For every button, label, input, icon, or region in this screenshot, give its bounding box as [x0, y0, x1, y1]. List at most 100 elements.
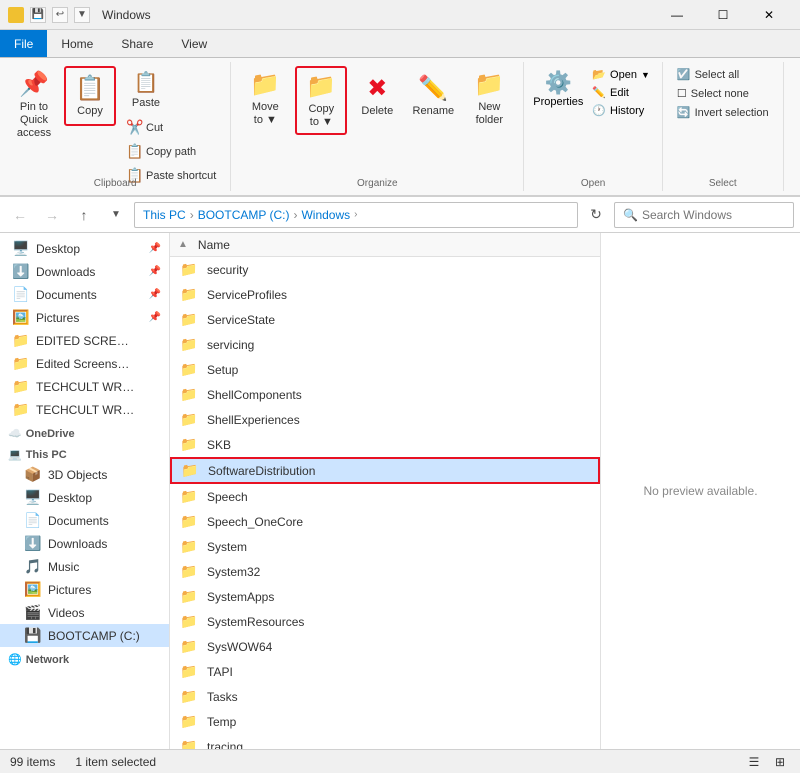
main-content: 🖥️ Desktop 📌 ⬇️ Downloads 📌 📄 Documents … — [0, 233, 800, 749]
sidebar-item-techcult-1[interactable]: 📁 TECHCULT WRITING ... — [0, 375, 169, 398]
close-button[interactable]: ✕ — [746, 0, 792, 30]
select-all-icon: ☑️ — [677, 68, 691, 81]
recent-locations-button[interactable]: ▼ — [102, 201, 130, 229]
large-icons-view-button[interactable]: ⊞ — [770, 752, 790, 772]
breadcrumb-bootcamp[interactable]: BOOTCAMP (C:) — [198, 208, 290, 222]
search-input[interactable] — [642, 208, 785, 222]
file-item-speech[interactable]: 📁 Speech — [170, 484, 600, 509]
file-name: System — [207, 540, 247, 554]
sidebar-item-techcult-2[interactable]: 📁 TECHCULT WRITING ... — [0, 398, 169, 421]
quick-save-icon[interactable]: 💾 — [30, 7, 46, 23]
ribbon-group-open: ⚙️ Properties 📂 Open ▼ ✏️ Edit 🕐 History — [524, 62, 663, 191]
file-item-servicestate[interactable]: 📁 ServiceState — [170, 307, 600, 332]
sidebar-item-edited-screenshots[interactable]: 📁 EDITED SCREENSHO... — [0, 329, 169, 352]
dropdown-icon[interactable]: ▼ — [74, 7, 90, 23]
sidebar-item-documents-pc[interactable]: 📄 Documents — [0, 509, 169, 532]
address-right: ↻ 🔍 — [582, 201, 794, 229]
folder-icon: 📁 — [179, 311, 199, 328]
history-button[interactable]: 🕐 History — [588, 102, 654, 119]
sidebar-item-bootcamp[interactable]: 💾 BOOTCAMP (C:) — [0, 624, 169, 647]
file-item-tracing[interactable]: 📁 tracing — [170, 734, 600, 749]
status-bar: 99 items 1 item selected ☰ ⊞ — [0, 749, 800, 773]
file-item-tapi[interactable]: 📁 TAPI — [170, 659, 600, 684]
folder-icon: 📁 — [179, 613, 199, 630]
file-list[interactable]: 📁 security 📁 ServiceProfiles 📁 ServiceSt… — [170, 257, 600, 749]
sidebar-section-network[interactable]: 🌐 Network — [0, 647, 169, 668]
open-button[interactable]: 📂 Open ▼ — [588, 66, 654, 83]
cut-button[interactable]: ✂️ Cut — [120, 116, 222, 139]
file-name: SystemApps — [207, 590, 274, 604]
sidebar: 🖥️ Desktop 📌 ⬇️ Downloads 📌 📄 Documents … — [0, 233, 170, 749]
sidebar-item-videos[interactable]: 🎬 Videos — [0, 601, 169, 624]
file-item-skb[interactable]: 📁 SKB — [170, 432, 600, 457]
sidebar-item-pictures-quick[interactable]: 🖼️ Pictures 📌 — [0, 306, 169, 329]
pin-to-quick-access-button[interactable]: 📌 Pin to Quickaccess — [8, 66, 60, 145]
tab-share[interactable]: Share — [107, 30, 167, 57]
file-item-softwaredistribution[interactable]: 📁 SoftwareDistribution — [170, 457, 600, 484]
ribbon: 📌 Pin to Quickaccess 📋 Copy 📋 Paste ✂️ C… — [0, 58, 800, 197]
file-item-setup[interactable]: 📁 Setup — [170, 357, 600, 382]
file-item-systemresources[interactable]: 📁 SystemResources — [170, 609, 600, 634]
file-item-tasks[interactable]: 📁 Tasks — [170, 684, 600, 709]
select-none-button[interactable]: ☐ Select none — [671, 85, 775, 102]
file-item-shellcomponents[interactable]: 📁 ShellComponents — [170, 382, 600, 407]
sidebar-item-downloads-quick[interactable]: ⬇️ Downloads 📌 — [0, 260, 169, 283]
properties-button[interactable]: ⚙️ Properties — [532, 66, 584, 112]
file-item-system[interactable]: 📁 System — [170, 534, 600, 559]
sidebar-section-this-pc[interactable]: 💻 This PC — [0, 442, 169, 463]
sidebar-section-onedrive[interactable]: ☁️ OneDrive — [0, 421, 169, 442]
paste-button[interactable]: 📋 Paste — [120, 66, 172, 114]
details-view-button[interactable]: ☰ — [744, 752, 764, 772]
sidebar-item-music[interactable]: 🎵 Music — [0, 555, 169, 578]
delete-button[interactable]: ✖ Delete — [351, 66, 403, 126]
file-item-shellexperiences[interactable]: 📁 ShellExperiences — [170, 407, 600, 432]
file-item-security[interactable]: 📁 security — [170, 257, 600, 282]
sidebar-item-downloads-pc[interactable]: ⬇️ Downloads — [0, 532, 169, 555]
breadcrumb-windows[interactable]: Windows — [301, 208, 350, 222]
file-item-syswow64[interactable]: 📁 SysWOW64 — [170, 634, 600, 659]
file-name: Speech_OneCore — [207, 515, 303, 529]
select-all-button[interactable]: ☑️ Select all — [671, 66, 775, 83]
file-item-servicing[interactable]: 📁 servicing — [170, 332, 600, 357]
rename-button[interactable]: ✏️ Rename — [407, 66, 459, 126]
undo-icon[interactable]: ↩ — [52, 7, 68, 23]
scroll-up-arrow[interactable]: ▲ — [178, 239, 188, 250]
sidebar-item-desktop-pc[interactable]: 🖥️ Desktop — [0, 486, 169, 509]
search-box[interactable]: 🔍 — [614, 202, 794, 228]
selected-count: 1 item selected — [75, 755, 156, 769]
file-item-speech-onecore[interactable]: 📁 Speech_OneCore — [170, 509, 600, 534]
back-button[interactable]: ← — [6, 201, 34, 229]
forward-button[interactable]: → — [38, 201, 66, 229]
file-name: TAPI — [207, 665, 233, 679]
minimize-button[interactable]: — — [654, 0, 700, 30]
organize-label: Organize — [231, 178, 523, 189]
copy-path-button[interactable]: 📋 Copy path — [120, 140, 222, 163]
file-item-systemapps[interactable]: 📁 SystemApps — [170, 584, 600, 609]
copy-button[interactable]: 📋 Copy — [64, 66, 116, 126]
tab-view[interactable]: View — [167, 30, 221, 57]
name-column-header[interactable]: Name — [198, 238, 230, 252]
refresh-button[interactable]: ↻ — [582, 201, 610, 229]
new-folder-button[interactable]: 📁 Newfolder — [463, 66, 515, 131]
sidebar-item-pictures-pc[interactable]: 🖼️ Pictures — [0, 578, 169, 601]
file-item-system32[interactable]: 📁 System32 — [170, 559, 600, 584]
address-bar: ← → ↑ ▼ This PC › BOOTCAMP (C:) › Window… — [0, 197, 800, 233]
up-button[interactable]: ↑ — [70, 201, 98, 229]
file-name: ServiceProfiles — [207, 288, 287, 302]
breadcrumb: This PC › BOOTCAMP (C:) › Windows › — [134, 202, 578, 228]
file-item-serviceprofiles[interactable]: 📁 ServiceProfiles — [170, 282, 600, 307]
clipboard-small-buttons: ✂️ Cut 📋 Copy path 📋 Paste shortcut — [120, 116, 222, 187]
tab-home[interactable]: Home — [47, 30, 107, 57]
edit-button[interactable]: ✏️ Edit — [588, 84, 654, 101]
sidebar-item-edited-screenshots-v[interactable]: 📁 Edited Screenshots V... — [0, 352, 169, 375]
breadcrumb-this-pc[interactable]: This PC — [143, 208, 186, 222]
move-to-button[interactable]: 📁 Moveto ▼ — [239, 66, 291, 131]
tab-file[interactable]: File — [0, 30, 47, 57]
sidebar-item-3d-objects[interactable]: 📦 3D Objects — [0, 463, 169, 486]
copy-to-button[interactable]: 📁 Copyto ▼ — [295, 66, 347, 135]
maximize-button[interactable]: ☐ — [700, 0, 746, 30]
sidebar-item-documents-quick[interactable]: 📄 Documents 📌 — [0, 283, 169, 306]
organize-items: 📁 Moveto ▼ 📁 Copyto ▼ ✖ Delete ✏️ Rename… — [239, 66, 515, 187]
invert-selection-button[interactable]: 🔄 Invert selection — [671, 104, 775, 121]
sidebar-item-desktop-quick[interactable]: 🖥️ Desktop 📌 — [0, 237, 169, 260]
